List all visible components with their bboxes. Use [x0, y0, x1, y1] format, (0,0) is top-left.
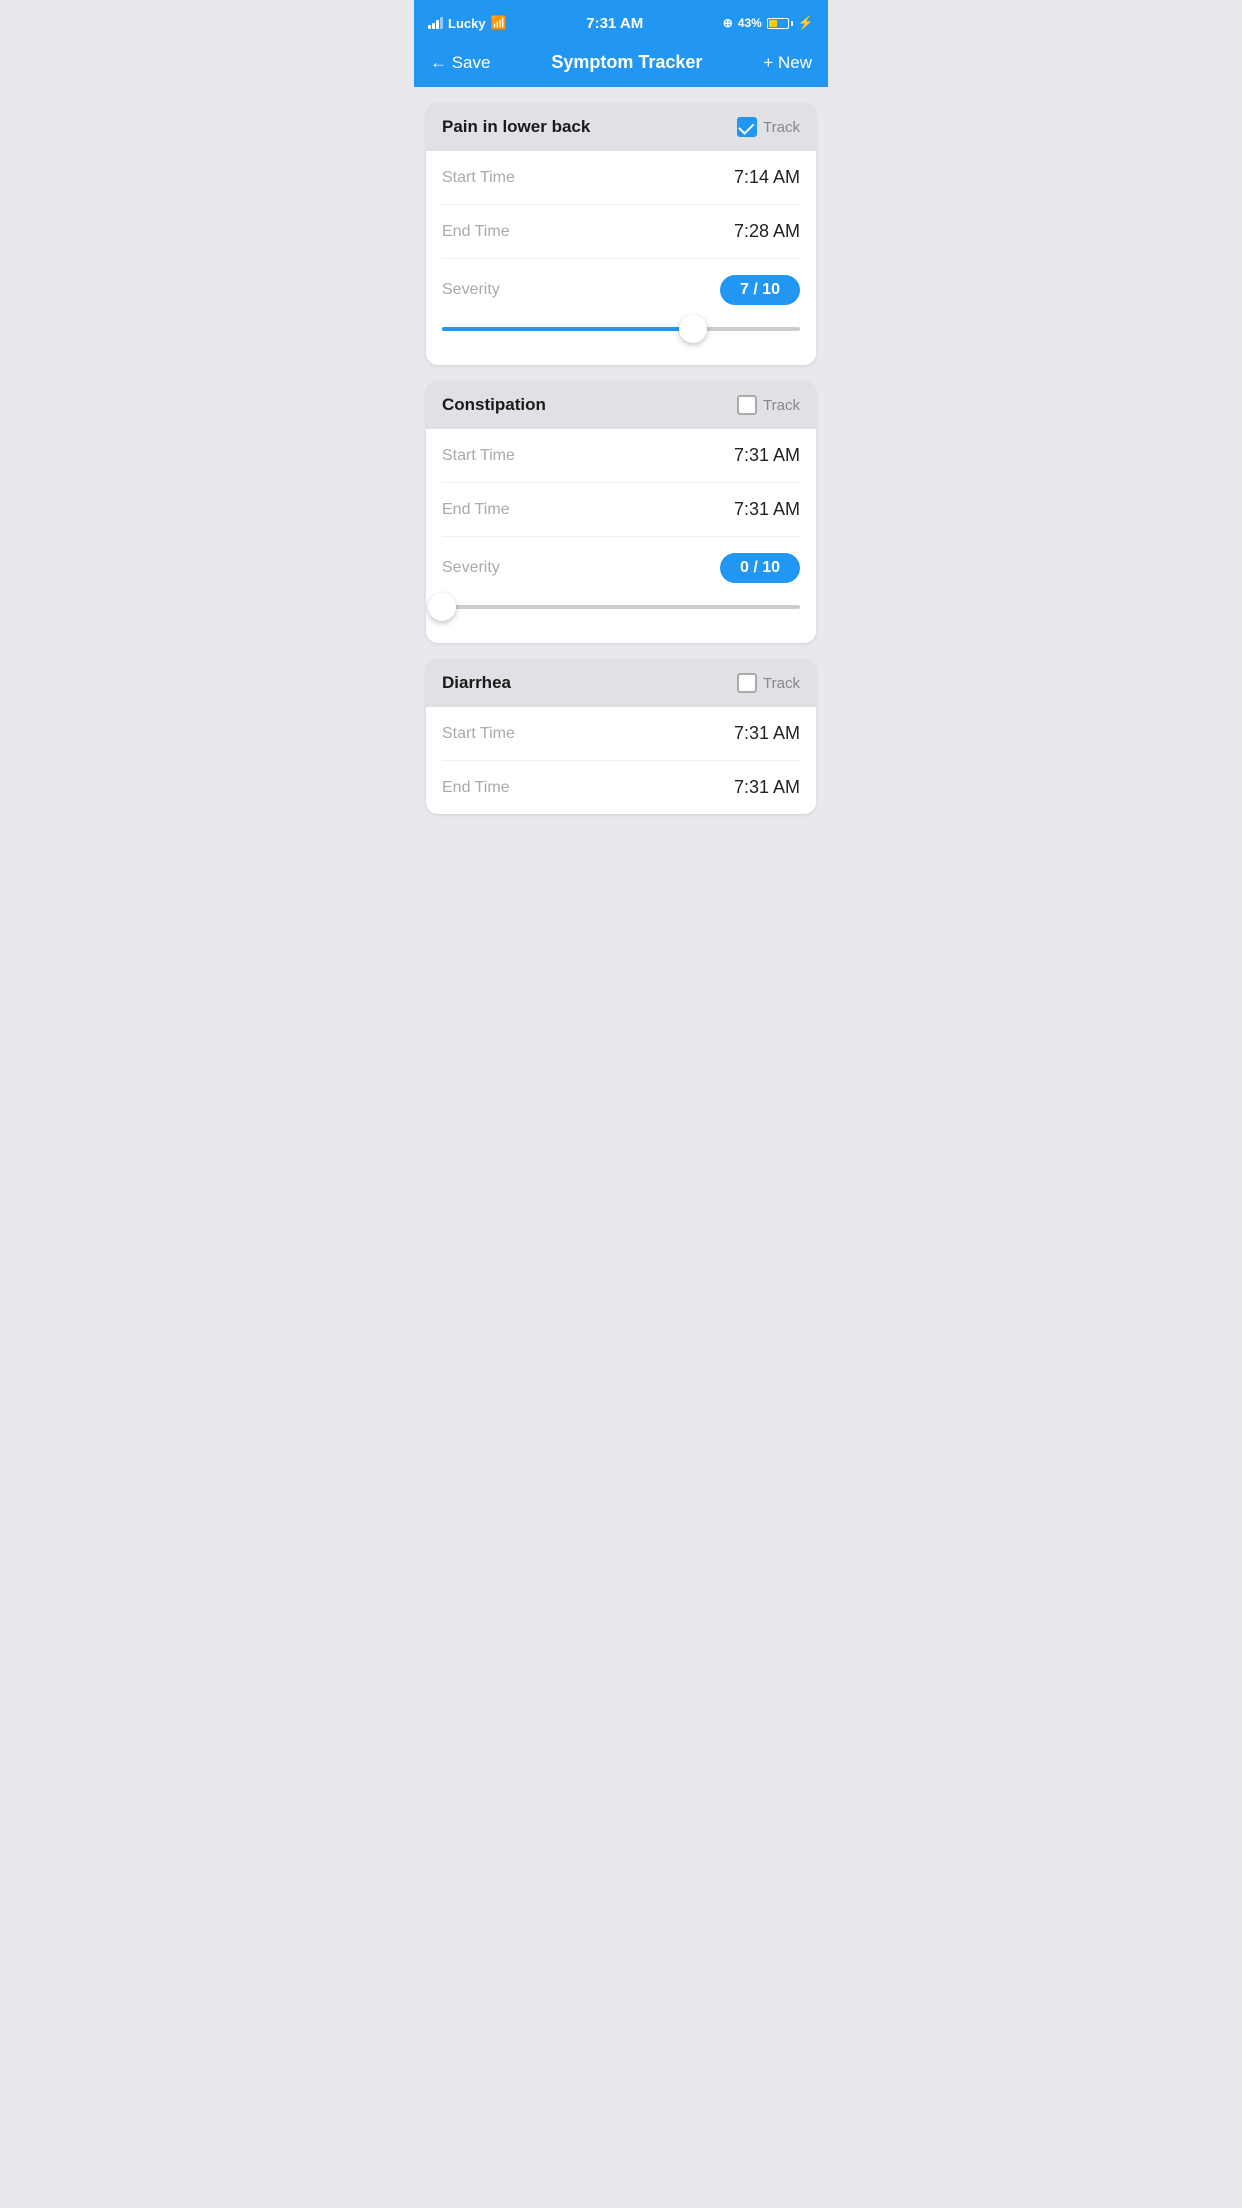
page-title: Symptom Tracker	[551, 52, 702, 73]
track-label-pain: Track	[763, 119, 800, 136]
wifi-icon: 📶	[491, 15, 507, 31]
symptom-card-diarrhea: Diarrhea Track Start Time 7:31 AM End Ti…	[426, 659, 816, 814]
track-label-diarrhea: Track	[763, 675, 800, 692]
severity-slider-pain[interactable]	[442, 313, 800, 349]
symptom-name-pain: Pain in lower back	[442, 117, 590, 137]
status-left: Lucky 📶	[428, 15, 507, 31]
severity-row-constipation: Severity 0 / 10	[442, 537, 800, 591]
symptom-card-constipation: Constipation Track Start Time 7:31 AM En…	[426, 381, 816, 643]
severity-badge-constipation: 0 / 10	[720, 553, 800, 583]
end-time-row-constipation: End Time 7:31 AM	[442, 483, 800, 537]
start-time-value-pain: 7:14 AM	[734, 167, 800, 188]
card-body-pain: Start Time 7:14 AM End Time 7:28 AM Seve…	[426, 151, 816, 365]
end-time-value-diarrhea: 7:31 AM	[734, 777, 800, 798]
start-time-row-constipation: Start Time 7:31 AM	[442, 429, 800, 483]
end-time-value-constipation: 7:31 AM	[734, 499, 800, 520]
status-right: ⊕ 43% ⚡	[723, 15, 814, 31]
start-time-row-diarrhea: Start Time 7:31 AM	[442, 707, 800, 761]
symptom-card-pain-lower-back: Pain in lower back Track Start Time 7:14…	[426, 103, 816, 365]
end-time-row-diarrhea: End Time 7:31 AM	[442, 761, 800, 814]
track-checkbox-pain[interactable]	[737, 117, 757, 137]
severity-slider-constipation[interactable]	[442, 591, 800, 627]
end-time-label-diarrhea: End Time	[442, 779, 510, 797]
card-body-diarrhea: Start Time 7:31 AM End Time 7:31 AM	[426, 707, 816, 814]
status-bar: Lucky 📶 7:31 AM ⊕ 43% ⚡	[414, 0, 828, 44]
track-toggle-pain[interactable]: Track	[737, 117, 800, 137]
charging-icon: ⚡	[798, 15, 814, 31]
end-time-label-constipation: End Time	[442, 501, 510, 519]
start-time-label-pain: Start Time	[442, 169, 515, 187]
battery-percent: 43%	[738, 16, 762, 30]
start-time-label-diarrhea: Start Time	[442, 725, 515, 743]
save-button[interactable]: ← Save	[430, 53, 490, 73]
start-time-row-pain: Start Time 7:14 AM	[442, 151, 800, 205]
battery-icon	[767, 18, 793, 29]
dnd-icon: ⊕	[723, 16, 733, 30]
start-time-value-diarrhea: 7:31 AM	[734, 723, 800, 744]
track-label-constipation: Track	[763, 397, 800, 414]
card-header-constipation: Constipation Track	[426, 381, 816, 429]
status-time: 7:31 AM	[586, 15, 643, 32]
new-button[interactable]: + New	[763, 53, 812, 73]
start-time-label-constipation: Start Time	[442, 447, 515, 465]
end-time-row-pain: End Time 7:28 AM	[442, 205, 800, 259]
end-time-label-pain: End Time	[442, 223, 510, 241]
track-toggle-diarrhea[interactable]: Track	[737, 673, 800, 693]
severity-row-pain: Severity 7 / 10	[442, 259, 800, 313]
card-header-diarrhea: Diarrhea Track	[426, 659, 816, 707]
track-checkbox-constipation[interactable]	[737, 395, 757, 415]
signal-icon	[428, 17, 443, 29]
content-area: Pain in lower back Track Start Time 7:14…	[414, 87, 828, 830]
severity-label-constipation: Severity	[442, 559, 500, 577]
symptom-name-diarrhea: Diarrhea	[442, 673, 511, 693]
start-time-value-constipation: 7:31 AM	[734, 445, 800, 466]
card-header-pain: Pain in lower back Track	[426, 103, 816, 151]
track-checkbox-diarrhea[interactable]	[737, 673, 757, 693]
symptom-name-constipation: Constipation	[442, 395, 546, 415]
severity-label-pain: Severity	[442, 281, 500, 299]
end-time-value-pain: 7:28 AM	[734, 221, 800, 242]
card-body-constipation: Start Time 7:31 AM End Time 7:31 AM Seve…	[426, 429, 816, 643]
nav-bar: ← Save Symptom Tracker + New	[414, 44, 828, 87]
carrier-name: Lucky	[448, 16, 486, 31]
track-toggle-constipation[interactable]: Track	[737, 395, 800, 415]
severity-badge-pain: 7 / 10	[720, 275, 800, 305]
